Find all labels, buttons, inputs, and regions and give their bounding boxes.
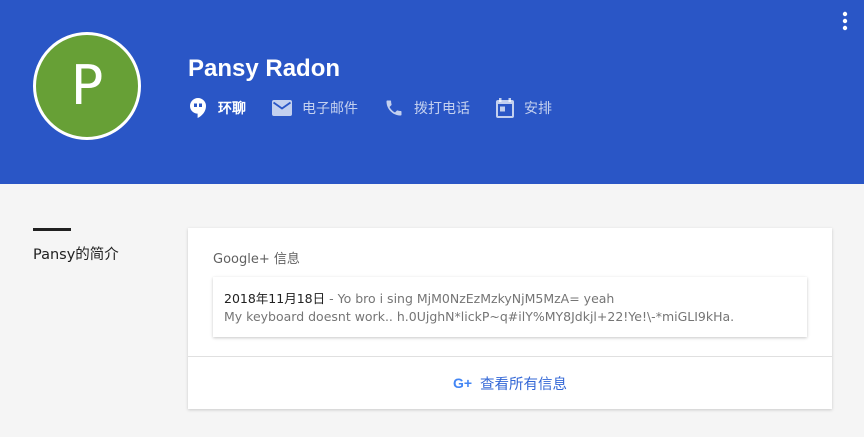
google-plus-post[interactable]: 2018年11月18日 - Yo bro i sing MjM0NzEzMzky… — [213, 277, 807, 337]
avatar-initial: P — [70, 54, 104, 117]
hangouts-icon — [190, 98, 206, 118]
email-action[interactable]: 电子邮件 — [272, 96, 358, 120]
card-title: Google+ 信息 — [213, 252, 300, 267]
profile-header: P Pansy Radon 环聊 电子邮件 拨打电话 安排 — [0, 0, 864, 184]
hangouts-action[interactable]: 环聊 — [188, 96, 246, 120]
post-date: 2018年11月18日 — [224, 291, 326, 306]
more-options-button[interactable] — [838, 10, 852, 34]
google-plus-icon: G+ — [452, 375, 473, 391]
call-action[interactable]: 拨打电话 — [384, 96, 470, 120]
hangouts-label: 环聊 — [218, 101, 246, 117]
section-divider — [33, 228, 71, 231]
google-plus-card: Google+ 信息 2018年11月18日 - Yo bro i sing M… — [188, 228, 832, 409]
post-text-line1: Yo bro i sing MjM0NzEzMzkyNjM5MzA= yeah — [337, 291, 615, 306]
post-header: 2018年11月18日 - Yo bro i sing MjM0NzEzMzky… — [224, 288, 614, 307]
post-text-line2: My keyboard doesnt work.. h.0UjghN*lickP… — [224, 309, 735, 324]
email-icon — [272, 100, 292, 116]
section-title: Pansy的简介 — [33, 247, 119, 263]
post-separator: - — [325, 291, 338, 306]
view-all-posts-button[interactable]: G+ 查看所有信息 — [188, 357, 832, 409]
schedule-action[interactable]: 安排 — [496, 96, 552, 120]
view-all-label: 查看所有信息 — [480, 376, 568, 393]
more-vert-icon — [842, 11, 848, 31]
avatar: P — [33, 32, 141, 140]
email-label: 电子邮件 — [302, 101, 358, 117]
call-label: 拨打电话 — [414, 101, 470, 117]
calendar-icon — [496, 98, 514, 118]
contact-actions: 环聊 电子邮件 拨打电话 安排 — [188, 96, 552, 120]
contact-name: Pansy Radon — [188, 55, 341, 82]
schedule-label: 安排 — [524, 101, 552, 117]
phone-icon — [386, 100, 402, 116]
